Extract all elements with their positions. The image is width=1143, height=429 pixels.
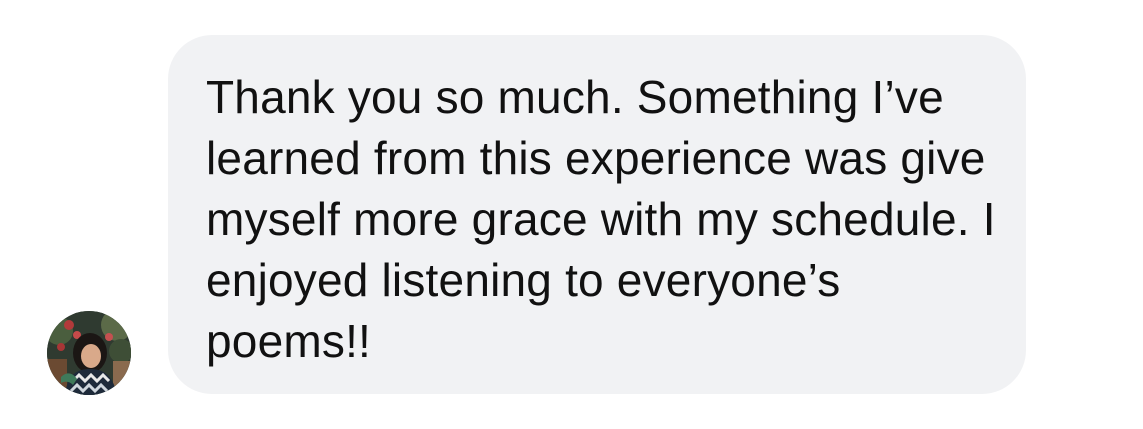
message-text: Thank you so much. Something I’ve learne… [206, 71, 1009, 367]
profile-photo-icon [47, 311, 131, 395]
sender-avatar[interactable] [47, 311, 131, 395]
chat-conversation: Thank you so much. Something I’ve learne… [0, 0, 1143, 429]
message-bubble[interactable]: Thank you so much. Something I’ve learne… [168, 35, 1026, 394]
